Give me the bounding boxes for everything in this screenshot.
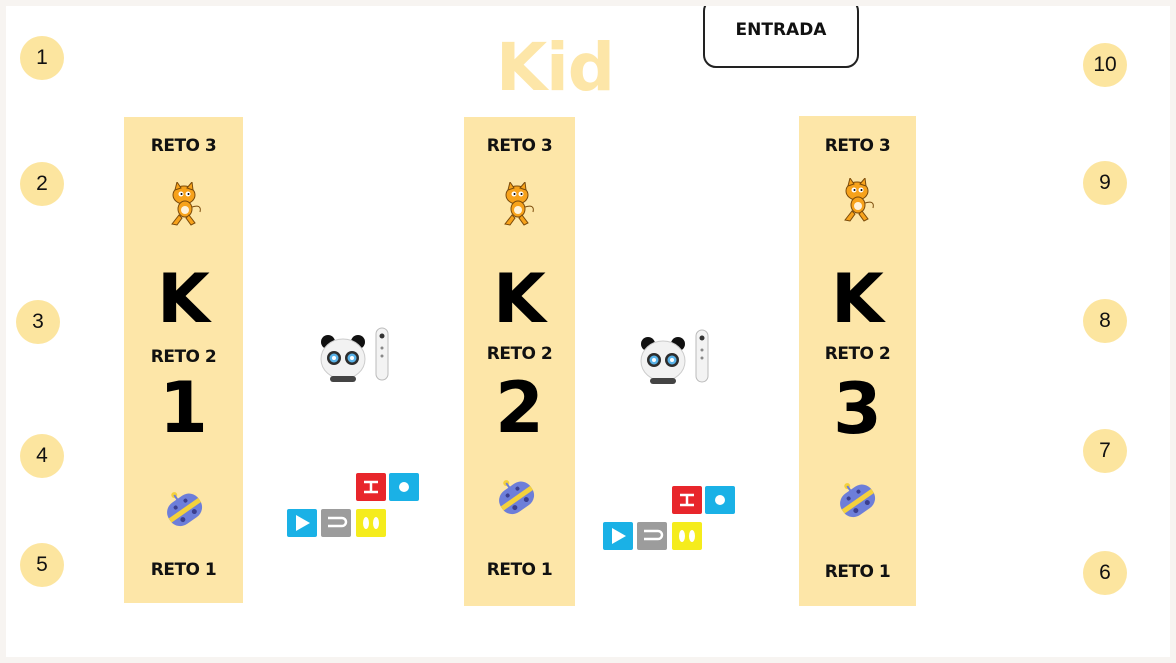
column-number: 2 [495,367,544,449]
robot-icon [488,469,544,529]
number-circle-10: 10 [1083,43,1127,87]
number-circle-9: 9 [1083,161,1127,205]
letter-k: K [493,260,546,339]
reto-1-label: RETO 1 [486,560,553,580]
number-circle-4: 4 [20,434,64,478]
entrada-label: ENTRADA [735,20,827,40]
letter-k: K [157,260,210,339]
entrada-box: ENTRADA [703,6,859,68]
scratch-cat-icon [837,176,877,226]
panda-robot-icon [638,334,688,390]
column-number: 3 [833,368,882,450]
reto-1-label: RETO 1 [824,562,891,582]
page-title: Kid [495,29,615,106]
reto-3-label: RETO 3 [486,136,553,156]
reto-2-label: RETO 2 [150,347,217,367]
reto-2-label: RETO 2 [824,344,891,364]
code-blocks-icon [284,470,424,546]
number-circle-5: 5 [20,543,64,587]
column-3: RETO 3 K RETO 2 3 RETO 1 [799,116,916,606]
reto-2-label: RETO 2 [486,344,553,364]
column-number: 1 [159,367,208,449]
number-circle-1: 1 [20,36,64,80]
number-circle-3: 3 [16,300,60,344]
number-circle-2: 2 [20,162,64,206]
robot-icon [829,472,885,532]
reto-3-label: RETO 3 [150,136,217,156]
remote-control-icon [694,328,710,388]
number-circle-8: 8 [1083,299,1127,343]
column-2: RETO 3 K RETO 2 2 RETO 1 [464,117,575,606]
number-circle-6: 6 [1083,551,1127,595]
scratch-cat-icon [164,180,204,230]
reto-3-label: RETO 3 [824,136,891,156]
diagram-canvas: 1 2 3 4 5 10 9 8 7 6 Kid ENTRADA RETO 3 … [6,6,1170,657]
letter-k: K [831,260,884,339]
robot-icon [156,481,212,541]
column-1: RETO 3 K RETO 2 1 RETO 1 [124,117,243,603]
number-circle-7: 7 [1083,429,1127,473]
code-blocks-icon [600,483,740,559]
remote-control-icon [374,326,390,386]
reto-1-label: RETO 1 [150,560,217,580]
scratch-cat-icon [497,180,537,230]
panda-robot-icon [318,332,368,388]
